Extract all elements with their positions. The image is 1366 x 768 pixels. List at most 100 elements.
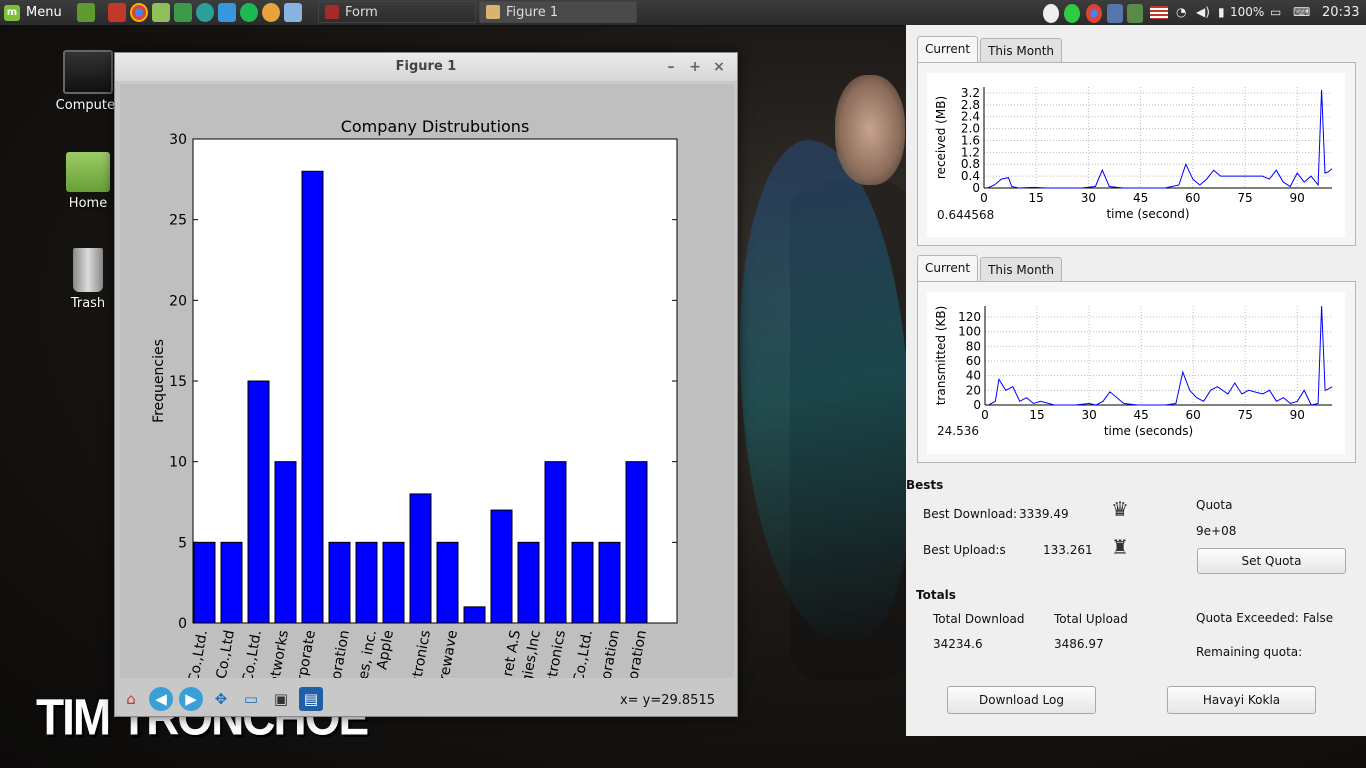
shield-icon[interactable] <box>1107 4 1123 23</box>
x-tick-label: ctronics <box>544 629 569 678</box>
best-upload-label: Best Upload:s <box>923 543 1006 557</box>
y-tick-label: 0 <box>178 616 187 632</box>
battery-icon[interactable]: ▮ <box>1218 5 1225 24</box>
volume-icon[interactable]: ◀) <box>1196 5 1210 24</box>
screenshot-icon[interactable] <box>284 3 302 22</box>
save-icon[interactable]: ▤ <box>299 687 323 711</box>
chat-icon[interactable] <box>1064 4 1080 23</box>
x-tick-label: 60 <box>1186 408 1201 422</box>
set-quota-button[interactable]: Set Quota <box>1197 548 1346 574</box>
system-monitor-icon[interactable] <box>108 3 126 22</box>
figure-window: Figure 1 – + × Company Distrubutions Freq… <box>114 52 738 717</box>
received-plot: 0 15 30 45 60 75 90 0 0.4 0.8 1.2 1.6 2.0 2.4 2.8 3.2 ti… <box>927 73 1345 237</box>
taskbar-window-form[interactable]: Form <box>318 1 476 23</box>
pan-icon[interactable]: ✥ <box>209 687 233 711</box>
spotify-icon[interactable] <box>240 3 258 22</box>
bar <box>301 170 324 624</box>
subplots-icon[interactable]: ▣ <box>269 687 293 711</box>
x-tick-label: 60 <box>1185 191 1200 205</box>
x-tick-label: rewave <box>436 629 461 678</box>
computer-icon <box>63 50 113 94</box>
figure-canvas[interactable]: Company Distrubutions Frequencies 0 5 10 15 20… <box>120 84 734 678</box>
bar <box>382 541 405 624</box>
bar-chart: Company Distrubutions Frequencies 0 5 10 15 20… <box>151 117 678 678</box>
wifi-icon[interactable]: ◔ <box>1176 5 1186 24</box>
update-manager-icon[interactable] <box>1043 4 1059 23</box>
best-download-value: 3339.49 <box>1019 507 1069 521</box>
total-download-value: 34234.6 <box>933 637 983 651</box>
x-tick-label: Co.,Ltd. <box>186 629 211 678</box>
x-tick-label: ooration <box>624 629 650 678</box>
tray-app-icon[interactable] <box>1127 4 1143 23</box>
received-current-value: 0.644568 <box>937 208 995 222</box>
x-tick-label: 90 <box>1290 191 1305 205</box>
menu-button[interactable]: m Menu <box>4 3 66 22</box>
files-icon[interactable] <box>152 3 170 22</box>
figure-toolbar: ⌂ ◀ ▶ ✥ ▭ ▣ ▤ x= y=29.8515 <box>115 681 737 716</box>
download-badge-icon: ♛ <box>1111 497 1129 521</box>
network-app-icon[interactable] <box>196 3 214 22</box>
transmitted-tabs: Current This Month <box>917 255 1064 282</box>
vlc-icon[interactable] <box>262 3 280 22</box>
y-tick-label: 100 <box>958 325 981 339</box>
figure-window-titlebar[interactable]: Figure 1 – + × <box>115 53 737 81</box>
zoom-rect-icon[interactable]: ▭ <box>239 687 263 711</box>
bar <box>193 541 216 624</box>
x-tick-label: 15 <box>1029 191 1044 205</box>
x-tick-label: 45 <box>1133 191 1148 205</box>
form-window-icon <box>325 5 339 19</box>
y-tick-label: 120 <box>958 310 981 324</box>
received-tabs: Current This Month <box>917 36 1064 63</box>
trash-icon <box>73 248 103 292</box>
tab-transmitted-current[interactable]: Current <box>917 255 979 282</box>
transmitted-plot: 0 15 30 45 60 75 90 0 20 40 60 80 100 120 time (second… <box>927 292 1345 454</box>
x-tick-label: 15 <box>1029 408 1044 422</box>
y-axis-label: transmitted (KB) <box>934 306 948 406</box>
x-tick-label: etworks <box>267 629 292 678</box>
y-tick-label: 20 <box>966 383 981 397</box>
minimize-icon[interactable]: – <box>661 53 681 81</box>
x-tick-label: 90 <box>1290 408 1305 422</box>
y-tick-label: 5 <box>178 535 187 551</box>
x-tick-label: 45 <box>1134 408 1149 422</box>
y-tick-label: 0 <box>973 398 981 412</box>
bar <box>328 541 351 624</box>
y-axis-label: Frequencies <box>151 339 167 423</box>
home-icon[interactable]: ⌂ <box>119 687 143 711</box>
tab-received-this-month[interactable]: This Month <box>980 38 1063 63</box>
clock[interactable]: 20:33 <box>1322 5 1359 24</box>
tab-transmitted-this-month[interactable]: This Month <box>980 257 1063 282</box>
download-log-button[interactable]: Download Log <box>947 686 1096 714</box>
qt-creator-icon[interactable] <box>174 3 192 22</box>
total-upload-value: 3486.97 <box>1054 637 1104 651</box>
us-flag-icon[interactable] <box>1150 6 1168 19</box>
series-line <box>988 305 1333 406</box>
chrome-tray-icon[interactable] <box>1086 4 1102 23</box>
x-tick-label: 30 <box>1081 191 1096 205</box>
show-desktop-icon[interactable] <box>77 3 95 22</box>
chart-title: Company Distrubutions <box>341 117 530 136</box>
transmitted-current-value: 24.536 <box>937 424 979 438</box>
close-icon[interactable]: × <box>709 53 729 81</box>
display-icon[interactable]: ▭ <box>1270 5 1281 24</box>
maximize-icon[interactable]: + <box>685 53 705 81</box>
cursor-coordinates: x= y=29.8515 <box>619 693 715 708</box>
series-line <box>987 89 1333 189</box>
desktop-icon-trash-label: Trash <box>70 296 106 311</box>
keyboard-icon[interactable]: ⌨ <box>1293 5 1310 24</box>
x-tick-label: rporate <box>294 629 319 678</box>
x-tick-label: oration <box>329 629 353 678</box>
x-tick-label: Co.,Ltd. <box>571 629 596 678</box>
quota-value: 9e+08 <box>1196 524 1237 538</box>
x-tick-label: 0 <box>981 408 989 422</box>
back-arrow-icon[interactable]: ◀ <box>149 687 173 711</box>
taskbar-window-figure[interactable]: Figure 1 <box>479 1 637 23</box>
forward-arrow-icon[interactable]: ▶ <box>179 687 203 711</box>
bar <box>571 541 594 624</box>
tab-received-current[interactable]: Current <box>917 36 979 63</box>
havayi-kokla-button[interactable]: Havayi Kokla <box>1167 686 1316 714</box>
taskbar: m Menu Form Figure 1 ◔ ◀) ▮ 100% ▭ ⌨ 20:… <box>0 0 1366 26</box>
blue-app-icon[interactable] <box>218 3 236 22</box>
chrome-icon[interactable] <box>130 3 148 22</box>
quota-exceeded-label: Quota Exceeded: <box>1196 611 1299 625</box>
